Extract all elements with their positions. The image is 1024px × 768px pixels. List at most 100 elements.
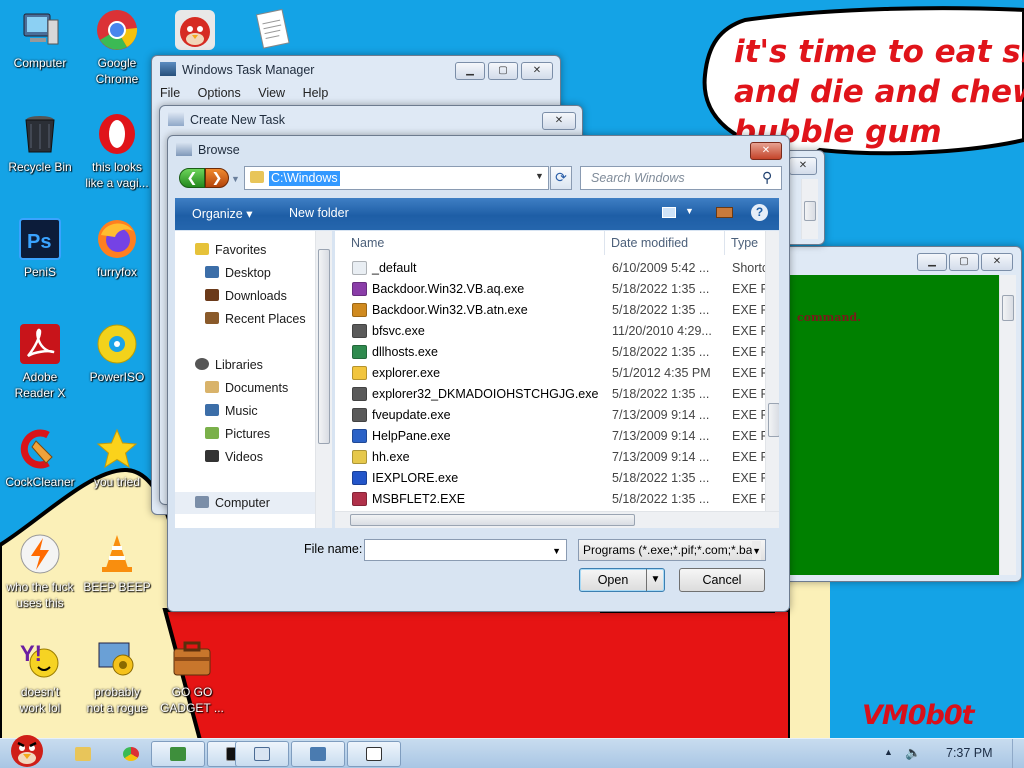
console-window[interactable]: ▁ ▢ ✕ command. bbox=[780, 246, 1022, 582]
desktop-icon-poweriso[interactable]: PowerISO bbox=[77, 322, 157, 385]
nav-desktop[interactable]: Desktop bbox=[205, 266, 271, 280]
file-row[interactable]: dllhosts.exe 5/18/2022 1:35 ... EXE Fi bbox=[335, 342, 771, 363]
close-button[interactable]: ✕ bbox=[750, 142, 782, 160]
menu-help[interactable]: Help bbox=[303, 86, 329, 100]
desktop-icon-ccleaner[interactable]: CockCleaner bbox=[0, 427, 80, 490]
chevron-down-icon[interactable]: ▼ bbox=[552, 541, 561, 560]
view-dropdown[interactable]: ▼ bbox=[685, 206, 694, 216]
file-row[interactable]: _default 6/10/2009 5:42 ... Shortc bbox=[335, 258, 768, 279]
back-button[interactable]: ❮ bbox=[179, 168, 205, 188]
close-button[interactable]: ✕ bbox=[981, 253, 1013, 271]
close-button[interactable]: ✕ bbox=[521, 62, 553, 80]
close-button[interactable]: ✕ bbox=[542, 112, 576, 130]
file-row[interactable]: MSBFLET2.EXE 5/18/2022 1:35 ... EXE Fi bbox=[335, 489, 771, 510]
desktop-icon-briefcase[interactable]: GO GO GADGET ... bbox=[152, 637, 232, 716]
scroll-thumb[interactable] bbox=[1002, 295, 1014, 321]
taskbar-recycle[interactable] bbox=[151, 741, 205, 767]
file-type-select[interactable]: Programs (*.exe;*.pif;*.com;*.ba ▼ bbox=[578, 539, 766, 561]
desktop-icon-winamp[interactable]: who the fuck uses this bbox=[0, 532, 80, 611]
desktop-icon-recycle-bin[interactable]: Recycle Bin bbox=[0, 112, 80, 175]
scroll-thumb[interactable] bbox=[768, 403, 779, 437]
maximize-button[interactable]: ▢ bbox=[488, 62, 518, 80]
file-row[interactable]: hh.exe 7/13/2009 9:14 ... EXE Fi bbox=[335, 447, 771, 468]
file-row[interactable]: explorer32_DKMADOIOHSTCHGJG.exe 5/18/2022… bbox=[335, 384, 771, 405]
column-header-date[interactable]: Date modified bbox=[605, 231, 725, 255]
desktop-icon-document[interactable] bbox=[232, 8, 312, 55]
file-name-input[interactable]: ▼ bbox=[364, 539, 567, 561]
file-row[interactable]: HelpPane.exe 7/13/2009 9:14 ... EXE Fi bbox=[335, 426, 771, 447]
show-hidden-icons[interactable]: ▲ bbox=[884, 747, 893, 757]
chevron-down-icon[interactable]: ▼ bbox=[752, 541, 761, 560]
nav-libraries[interactable]: Libraries bbox=[195, 358, 263, 372]
scroll-thumb[interactable] bbox=[350, 514, 635, 526]
search-input[interactable]: Search Windows bbox=[580, 166, 782, 190]
open-dropdown-icon[interactable]: ▼ bbox=[646, 569, 664, 591]
nav-documents[interactable]: Documents bbox=[205, 381, 288, 395]
view-options-icon[interactable] bbox=[662, 207, 676, 218]
console-scrollbar[interactable] bbox=[999, 275, 1016, 575]
file-list-scrollbar[interactable] bbox=[765, 231, 779, 511]
desktop-icon-settings-app[interactable]: probably not a rogue bbox=[77, 637, 157, 716]
organize-button[interactable]: Organize ▾ bbox=[192, 206, 252, 221]
search-icon[interactable]: ⚲ bbox=[762, 169, 772, 186]
forward-button[interactable]: ❯ bbox=[205, 168, 229, 188]
taskbar-run[interactable] bbox=[235, 741, 289, 767]
nav-pictures[interactable]: Pictures bbox=[205, 427, 270, 441]
column-header-name[interactable]: Name bbox=[345, 231, 605, 255]
desktop-icon-adobe-reader[interactable]: Adobe Reader X bbox=[0, 322, 80, 401]
address-dropdown[interactable]: ▼ bbox=[535, 171, 544, 181]
menu-options[interactable]: Options bbox=[198, 86, 241, 100]
preview-pane-icon[interactable] bbox=[716, 207, 733, 218]
taskbar-explorer[interactable] bbox=[56, 741, 104, 767]
desktop-icon-star[interactable]: you tried bbox=[77, 427, 157, 490]
volume-icon[interactable]: 🔈 bbox=[905, 745, 921, 761]
cancel-button[interactable]: Cancel bbox=[679, 568, 765, 592]
taskbar-chrome[interactable] bbox=[104, 741, 150, 767]
open-button[interactable]: Open ▼ bbox=[579, 568, 665, 592]
start-button[interactable] bbox=[4, 729, 50, 768]
file-row[interactable]: fveupdate.exe 7/13/2009 9:14 ... EXE Fi bbox=[335, 405, 771, 426]
minimize-button[interactable]: ▁ bbox=[917, 253, 947, 271]
file-row[interactable]: explorer.exe 5/1/2012 4:35 PM EXE Fi bbox=[335, 363, 771, 384]
file-row[interactable]: bfsvc.exe 11/20/2010 4:29... EXE Fi bbox=[335, 321, 771, 342]
recent-pages-dropdown[interactable]: ▼ bbox=[231, 174, 241, 184]
window-title: Browse bbox=[176, 136, 240, 164]
desktop-icon-angry-bird[interactable] bbox=[155, 8, 235, 55]
address-bar[interactable]: C:\Windows ▼ bbox=[244, 166, 549, 190]
taskbar-task-manager[interactable] bbox=[291, 741, 345, 767]
desktop-icon-vlc[interactable]: BEEP BEEP bbox=[77, 532, 157, 595]
help-icon[interactable]: ? bbox=[751, 204, 768, 221]
nav-recent-places[interactable]: Recent Places bbox=[205, 312, 306, 326]
menu-view[interactable]: View bbox=[258, 86, 285, 100]
nav-favorites[interactable]: Favorites bbox=[195, 243, 266, 257]
address-text[interactable]: C:\Windows bbox=[269, 171, 340, 186]
clock[interactable]: 7:37 PM bbox=[946, 746, 993, 760]
desktop-icon-firefox[interactable]: furryfox bbox=[77, 217, 157, 280]
menu-file[interactable]: File bbox=[160, 86, 180, 100]
nav-scrollbar[interactable] bbox=[315, 231, 332, 528]
desktop-icon-yahoo-messenger[interactable]: Y! doesn't work lol bbox=[0, 637, 80, 716]
scroll-thumb[interactable] bbox=[318, 249, 330, 444]
nav-computer[interactable]: Computer bbox=[195, 496, 270, 510]
desktop-icon-chrome[interactable]: Google Chrome bbox=[77, 8, 157, 87]
minimize-button[interactable]: ▁ bbox=[455, 62, 485, 80]
maximize-button[interactable]: ▢ bbox=[949, 253, 979, 271]
file-row[interactable]: Backdoor.Win32.VB.aq.exe 5/18/2022 1:35 .… bbox=[335, 279, 771, 300]
file-row[interactable]: Backdoor.Win32.VB.atn.exe 5/18/2022 1:35 … bbox=[335, 300, 771, 321]
nav-music[interactable]: Music bbox=[205, 404, 258, 418]
close-button[interactable]: ✕ bbox=[789, 157, 817, 175]
horizontal-scrollbar[interactable] bbox=[335, 511, 779, 528]
file-name: _default bbox=[372, 261, 417, 275]
scrollbar[interactable] bbox=[801, 179, 818, 239]
taskbar-window[interactable] bbox=[347, 741, 401, 767]
desktop-icon-computer[interactable]: Computer bbox=[0, 8, 80, 71]
desktop-icon-photoshop[interactable]: Ps PeniS bbox=[0, 217, 80, 280]
refresh-icon[interactable]: ⟳ bbox=[550, 166, 572, 190]
desktop-icon-opera[interactable]: this looks like a vagi... bbox=[77, 112, 157, 191]
show-desktop-button[interactable] bbox=[1012, 739, 1024, 768]
nav-downloads[interactable]: Downloads bbox=[205, 289, 287, 303]
scroll-thumb[interactable] bbox=[804, 201, 816, 221]
new-folder-button[interactable]: New folder bbox=[289, 206, 349, 220]
file-row[interactable]: IEXPLORE.exe 5/18/2022 1:35 ... EXE Fi bbox=[335, 468, 771, 489]
nav-videos[interactable]: Videos bbox=[205, 450, 263, 464]
